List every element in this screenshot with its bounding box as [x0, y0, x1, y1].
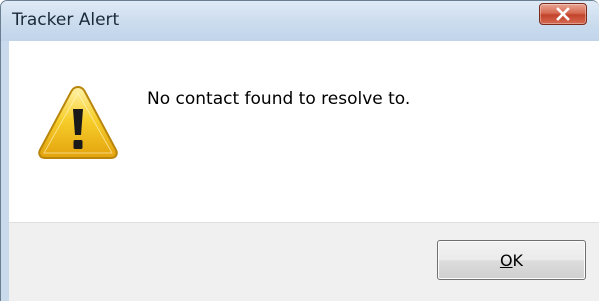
warning-icon	[38, 85, 118, 159]
dialog-content: No contact found to resolve to.	[9, 41, 599, 221]
window-title: Tracker Alert	[12, 10, 120, 30]
alert-message: No contact found to resolve to.	[147, 89, 411, 109]
ok-button-label-rest: K	[512, 250, 524, 270]
close-icon	[556, 7, 570, 21]
dialog-footer: OK	[9, 222, 599, 301]
ok-button-accelerator: O	[499, 250, 513, 270]
title-bar[interactable]: Tracker Alert	[1, 1, 599, 41]
alert-dialog-window: Tracker Alert No contact found to resolv…	[0, 0, 599, 301]
close-button[interactable]	[539, 3, 587, 25]
ok-button[interactable]: OK	[437, 240, 586, 280]
dialog-client-area: No contact found to resolve to. OK	[9, 41, 599, 301]
